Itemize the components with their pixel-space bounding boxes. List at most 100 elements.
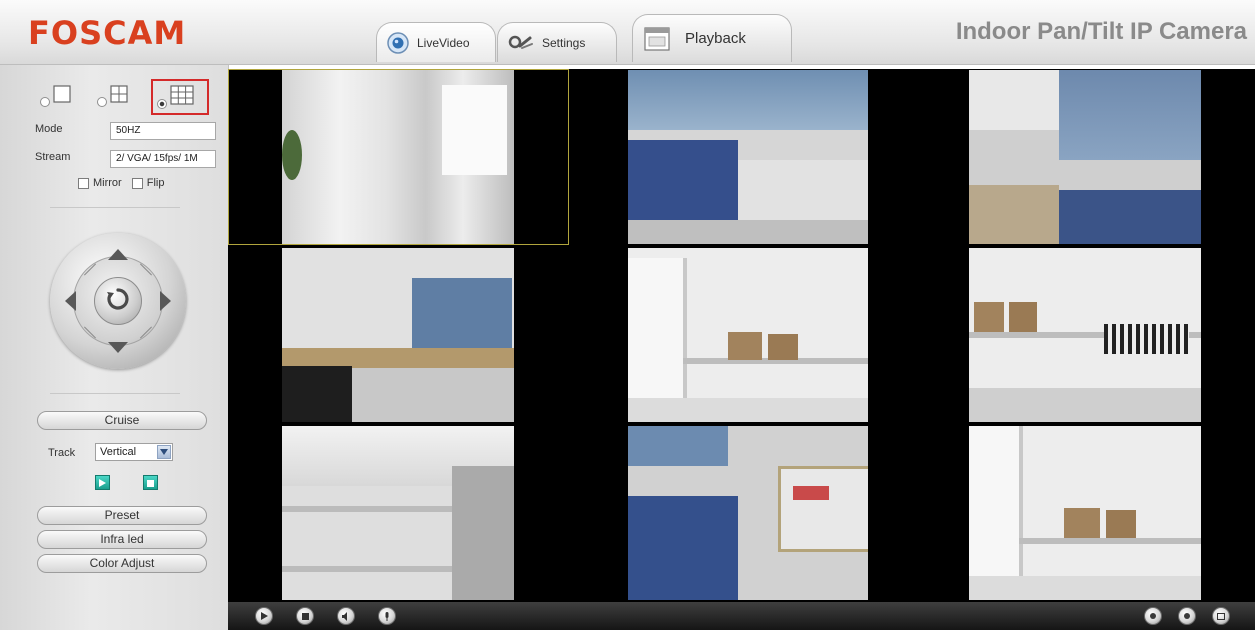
video-cell-8[interactable] (571, 425, 912, 601)
ptz-down-icon[interactable] (108, 342, 128, 353)
play-icon[interactable] (255, 607, 273, 625)
chevron-down-icon[interactable] (157, 445, 171, 459)
whiteboard-shape (778, 466, 868, 552)
snapshot-icon[interactable] (1144, 607, 1162, 625)
ptz-up-icon[interactable] (108, 249, 128, 260)
play-icon (99, 474, 106, 492)
ptz-center-button[interactable] (94, 277, 142, 325)
cabinet-shape (969, 185, 1059, 244)
video-frame-1 (282, 70, 514, 244)
infra-led-button[interactable]: Infra led (37, 530, 207, 549)
doorway-shape (452, 466, 514, 600)
panel-divider-2 (50, 393, 180, 394)
tab-settings[interactable]: Settings (497, 22, 617, 62)
four-view-icon (110, 85, 128, 108)
counter-shape (352, 368, 514, 422)
preset-button[interactable]: Preset (37, 506, 207, 525)
office-partition (628, 140, 738, 230)
video-cell-6[interactable] (914, 247, 1255, 423)
layout-four-radio[interactable] (97, 97, 107, 107)
wrench-icon (508, 34, 534, 52)
stream-field[interactable]: 2/ VGA/ 15fps/ 1M (110, 150, 216, 168)
wall-light (969, 70, 1059, 130)
plant-shape (282, 130, 302, 180)
stop-icon (147, 474, 154, 492)
tab-playback-label: Playback (685, 30, 746, 47)
tab-playback[interactable]: Playback (632, 14, 792, 62)
ptz-left-icon[interactable] (65, 291, 76, 311)
mirror-box[interactable] (78, 177, 89, 189)
video-cell-5[interactable] (571, 247, 912, 423)
track-select[interactable]: Vertical (95, 443, 173, 461)
nine-view-icon (170, 85, 194, 110)
foscam-logo: FOSCAM (28, 14, 187, 52)
tab-livevideo[interactable]: LiveVideo (376, 22, 496, 62)
video-frame-8 (628, 426, 868, 600)
video-grid (228, 69, 1255, 602)
sign-shape (793, 486, 829, 500)
shelf-board-2 (282, 566, 452, 572)
box-shape-2 (768, 334, 798, 360)
color-adjust-button[interactable]: Color Adjust (37, 554, 207, 573)
stream-label: Stream (35, 151, 71, 163)
window-blue (628, 426, 728, 466)
layout-single-option[interactable] (40, 85, 71, 108)
desk-shape (738, 160, 868, 220)
snapshot-glyph (1150, 613, 1156, 619)
partition-shape (1059, 190, 1201, 244)
layout-single-radio[interactable] (40, 97, 50, 107)
mode-label: Mode (35, 123, 63, 135)
video-frame-6 (969, 248, 1201, 422)
mirror-checkbox[interactable]: Mirror (78, 177, 122, 189)
box-shape-1 (728, 332, 762, 360)
partition-shape (628, 496, 738, 600)
single-view-icon (53, 85, 71, 108)
app-header: FOSCAM LiveVideo Settings Playback Indoo… (0, 0, 1255, 65)
control-panel: Mode 50HZ Stream 2/ VGA/ 15fps/ 1M Mirro… (0, 65, 229, 630)
ptz-control[interactable] (50, 233, 186, 369)
shelf-board (1019, 538, 1201, 544)
video-cell-7[interactable] (228, 425, 569, 601)
reset-rotate-icon (104, 285, 132, 318)
floor-shape (628, 220, 868, 244)
lower-shelf (969, 576, 1201, 600)
camera-lens-icon (387, 31, 409, 54)
flip-box[interactable] (131, 177, 143, 189)
track-select-value: Vertical (100, 446, 137, 458)
talk-icon[interactable] (378, 607, 396, 625)
video-cell-3[interactable] (914, 69, 1255, 245)
box-shape-1 (1064, 508, 1100, 538)
wall-window (628, 70, 868, 130)
layout-four-option[interactable] (97, 85, 128, 108)
shelf-board-1 (282, 506, 452, 512)
layout-nine-option[interactable] (157, 85, 194, 110)
video-frame-3 (969, 70, 1201, 244)
tab-livevideo-label: LiveVideo (417, 35, 470, 50)
video-frame-5 (628, 248, 868, 422)
tab-settings-label: Settings (542, 35, 586, 50)
video-cell-1[interactable] (228, 69, 569, 245)
video-cell-4[interactable] (228, 247, 569, 423)
shelf-unit (969, 426, 1023, 576)
track-start-button[interactable] (95, 475, 110, 490)
layout-nine-radio[interactable] (157, 99, 167, 109)
fullscreen-icon[interactable] (1212, 607, 1230, 625)
stop-icon[interactable] (296, 607, 314, 625)
window-blue (1059, 70, 1201, 160)
flip-label: Flip (146, 177, 165, 189)
audio-icon[interactable] (337, 607, 355, 625)
ptz-right-icon[interactable] (160, 291, 171, 311)
window-light (442, 85, 507, 175)
video-cell-9[interactable] (914, 425, 1255, 601)
mode-field[interactable]: 50HZ (110, 122, 216, 140)
lower-shelf (628, 398, 868, 422)
record-icon[interactable] (1178, 607, 1196, 625)
video-toolbar (228, 602, 1255, 630)
video-cell-2[interactable] (571, 69, 912, 245)
box-shape-1 (974, 302, 1004, 332)
track-stop-button[interactable] (143, 475, 158, 490)
mirror-flip-row: Mirror Flip (78, 177, 174, 189)
flip-checkbox[interactable]: Flip (131, 177, 165, 189)
film-icon (643, 26, 671, 52)
cruise-button[interactable]: Cruise (37, 411, 207, 430)
